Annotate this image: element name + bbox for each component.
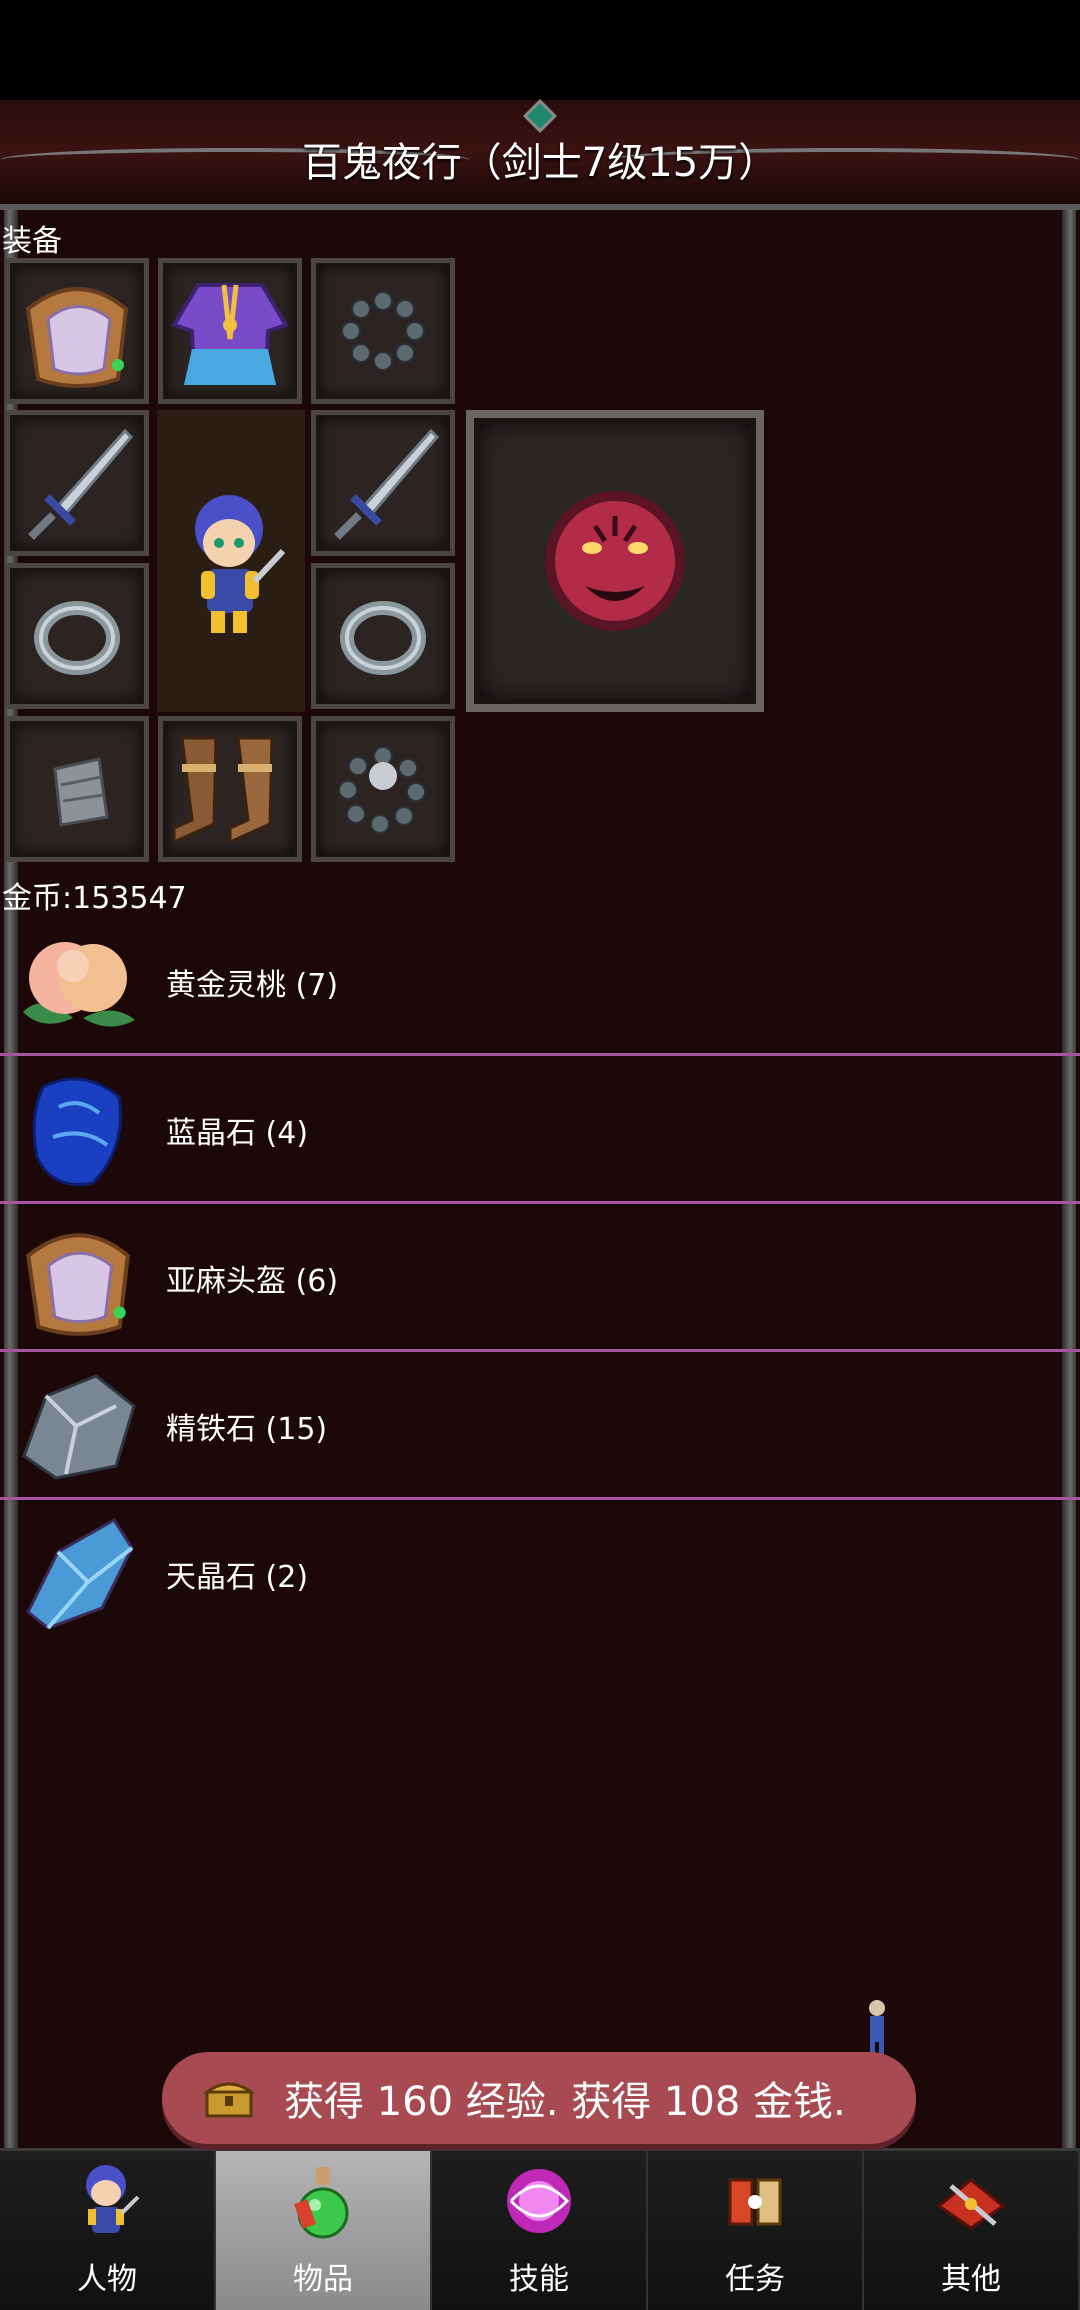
tiger-emblem-icon <box>545 491 685 631</box>
equip-slot-robe[interactable] <box>158 258 302 404</box>
tab-other[interactable]: 其他 <box>864 2151 1080 2310</box>
item-label: 亚麻头盔 (6) <box>166 1264 339 1299</box>
peach-icon <box>8 917 148 1047</box>
equip-slot-helmet[interactable] <box>5 258 149 404</box>
item-label: 精铁石 (15) <box>166 1412 328 1447</box>
item-label: 蓝晶石 (4) <box>166 1116 309 1151</box>
chibi-swordsman-avatar <box>195 495 286 633</box>
tab-label: 人物 <box>77 2262 137 2297</box>
treasure-chest-icon <box>204 2082 254 2118</box>
status-bar <box>0 0 1080 100</box>
item-label: 黄金灵桃 (7) <box>166 968 339 1003</box>
bracelet-icon <box>338 746 426 834</box>
sword-icon <box>28 428 134 540</box>
tab-character[interactable]: 人物 <box>0 2151 216 2310</box>
iron-ore-icon <box>8 1361 148 1491</box>
misc-icon <box>926 2156 1016 2246</box>
sky-crystal-icon <box>8 1509 148 1639</box>
equip-slot-bracelet[interactable] <box>311 716 455 862</box>
ring-icon <box>34 601 120 675</box>
inventory-item[interactable]: 精铁石 (15) <box>0 1352 1080 1500</box>
tab-label: 任务 <box>725 2262 785 2297</box>
helmet-icon <box>25 287 129 388</box>
gem-icon <box>523 99 557 133</box>
bead-necklace-icon <box>341 291 425 371</box>
toast-message: 获得 160 经验. 获得 108 金钱. <box>284 2079 846 2125</box>
inventory-item[interactable]: 黄金灵桃 (7) <box>0 908 1080 1056</box>
tab-skills[interactable]: 技能 <box>432 2151 648 2310</box>
inventory-item[interactable]: 蓝晶石 (4) <box>0 1056 1080 1204</box>
potion-icon <box>278 2156 368 2246</box>
character-icon <box>62 2156 152 2246</box>
page-title: 百鬼夜行（剑士7级15万） <box>301 140 779 186</box>
equip-slot-weapon-left[interactable] <box>5 410 149 556</box>
tab-items[interactable]: 物品 <box>216 2151 432 2310</box>
blue-crystal-icon <box>8 1065 148 1195</box>
skill-orb-icon <box>494 2156 584 2246</box>
quest-icon <box>710 2156 800 2246</box>
equip-slot-bracer[interactable] <box>5 716 149 862</box>
equip-slot-weapon-right[interactable] <box>311 410 455 556</box>
equip-slot-boots[interactable] <box>158 716 302 862</box>
special-slot[interactable] <box>466 410 764 712</box>
bottom-nav: 人物 物品 技能 任务 其他 <box>0 2148 1080 2310</box>
tab-label: 技能 <box>509 2262 569 2297</box>
equip-slot-ring-right[interactable] <box>311 563 455 709</box>
boots-icon <box>172 736 274 845</box>
tab-label: 物品 <box>293 2262 353 2297</box>
robe-icon <box>171 283 289 385</box>
equip-slot-ring-left[interactable] <box>5 563 149 709</box>
tab-label: 其他 <box>941 2262 1001 2297</box>
bracer-icon <box>53 757 109 827</box>
character-preview <box>157 410 305 712</box>
ring-icon <box>340 601 426 675</box>
item-label: 天晶石 (2) <box>166 1560 309 1595</box>
inventory-item[interactable]: 天晶石 (2) <box>0 1500 1080 1648</box>
tab-quests[interactable]: 任务 <box>648 2151 864 2310</box>
sword-icon <box>334 428 440 540</box>
reward-toast: 获得 160 经验. 获得 108 金钱. <box>162 2052 916 2144</box>
equipment-label: 装备 <box>2 224 62 259</box>
equip-slot-necklace[interactable] <box>311 258 455 404</box>
helmet-icon <box>8 1213 148 1343</box>
inventory-item[interactable]: 亚麻头盔 (6) <box>0 1204 1080 1352</box>
